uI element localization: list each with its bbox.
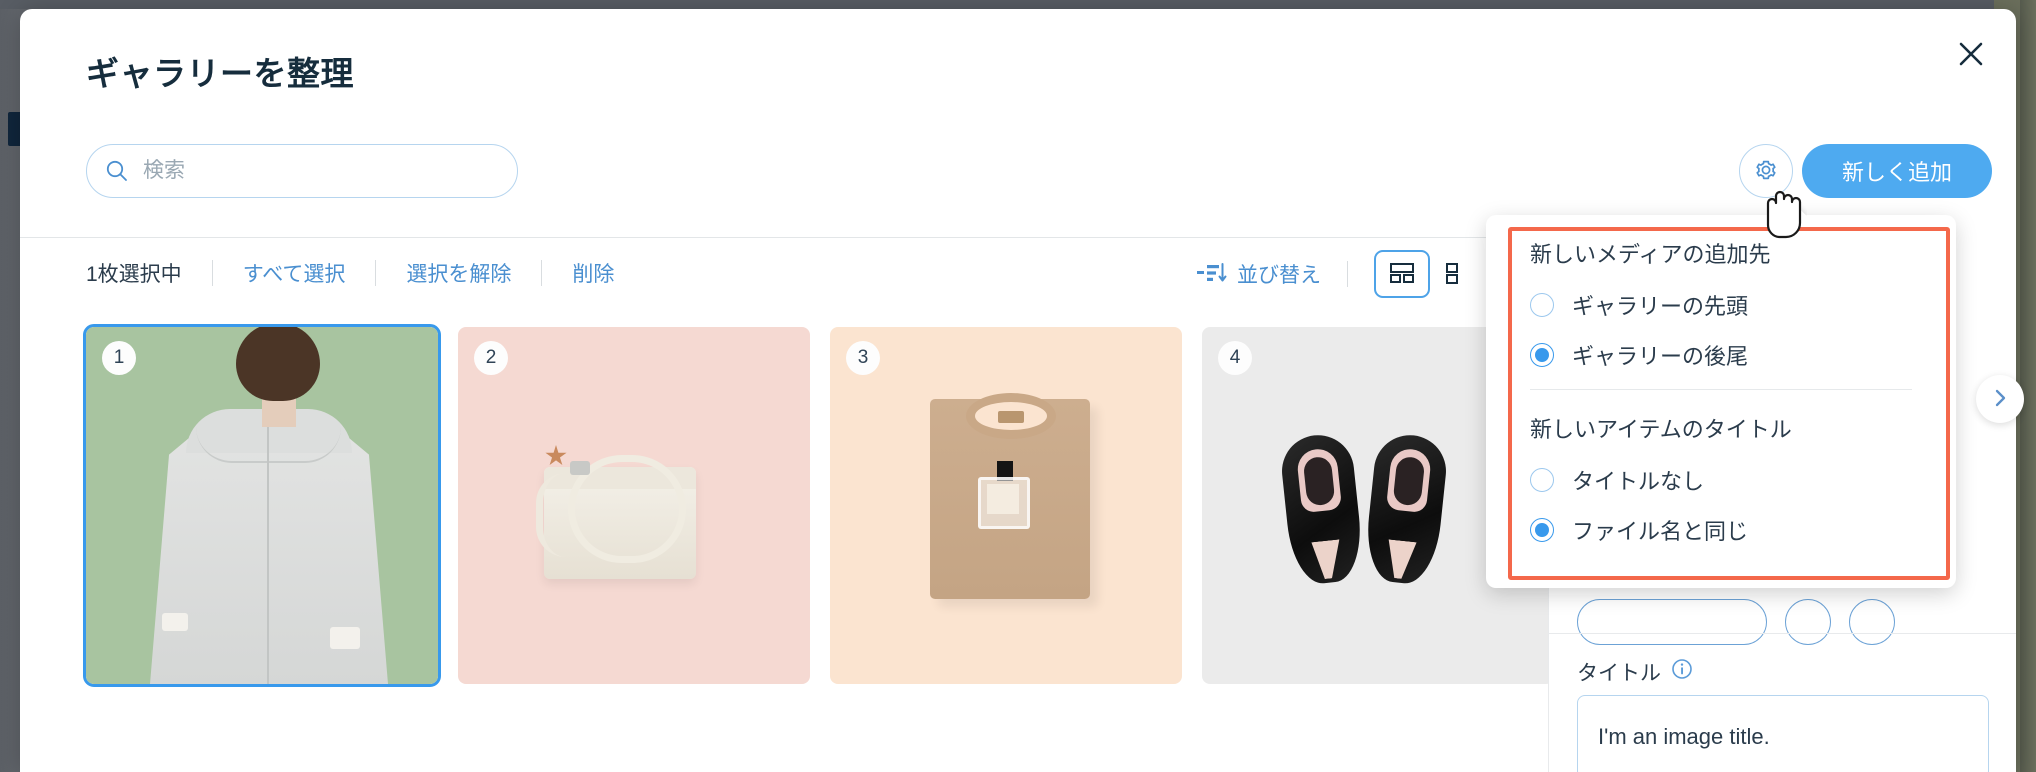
- radio-label: ファイル名と同じ: [1572, 519, 1749, 544]
- organize-gallery-modal: ギャラリーを整理 新しく追加 1枚選択中 すべて: [20, 9, 2024, 772]
- chevron-right-icon: [1991, 389, 2009, 410]
- view-toolbar: 並び替え: [1197, 250, 1486, 298]
- sort-button[interactable]: 並び替え: [1197, 259, 1321, 289]
- list-view-icon: [1445, 261, 1471, 288]
- sort-label: 並び替え: [1237, 264, 1321, 287]
- popover-divider: [1530, 389, 1912, 390]
- radio-option-gallery-end[interactable]: ギャラリーの後尾: [1530, 339, 1912, 371]
- selection-count-label: 1枚選択中: [86, 263, 182, 286]
- item-number-badge: 2: [474, 341, 508, 375]
- radio-icon-selected: [1530, 343, 1554, 367]
- gallery-next-button[interactable]: [1976, 375, 2024, 423]
- section-heading: 新しいアイテムのタイトル: [1530, 417, 1792, 442]
- title-field-label: タイトル: [1577, 662, 1661, 685]
- search-input[interactable]: [143, 159, 499, 183]
- add-new-button[interactable]: 新しく追加: [1802, 144, 1992, 198]
- page-title: ギャラリーを整理: [86, 55, 354, 92]
- search-icon: [105, 159, 129, 183]
- view-toggle-group: [1374, 250, 1486, 298]
- thumbnail-image-1: [86, 327, 438, 684]
- radio-icon: [1530, 293, 1554, 317]
- radio-label: ギャラリーの先頭: [1572, 294, 1749, 319]
- panel-icon-button[interactable]: [1785, 599, 1831, 645]
- item-number-badge: 1: [102, 341, 136, 375]
- panel-action-row: [1577, 599, 1895, 645]
- close-icon: [1958, 41, 1984, 67]
- grid-view-button[interactable]: [1374, 250, 1430, 298]
- deselect-button[interactable]: 選択を解除: [406, 258, 511, 288]
- radio-option-no-title[interactable]: タイトルなし: [1530, 464, 1912, 496]
- title-field-label-row: タイトル: [1577, 657, 1693, 687]
- popover-section-media-position: 新しいメディアの追加先 ギャラリーの先頭 ギャラリーの後尾: [1486, 237, 1956, 371]
- radio-option-gallery-start[interactable]: ギャラリーの先頭: [1530, 289, 1912, 321]
- selection-toolbar: 1枚選択中 すべて選択 選択を解除 削除: [86, 257, 614, 289]
- gallery-item[interactable]: 3: [830, 327, 1182, 684]
- thumbnail-image-3: [830, 327, 1182, 684]
- gallery-grid: 1 2 3 4: [83, 324, 1554, 687]
- delete-button[interactable]: 削除: [572, 258, 614, 288]
- grid-view-icon: [1389, 261, 1415, 288]
- radio-label: タイトルなし: [1572, 469, 1705, 494]
- panel-pill-button[interactable]: [1577, 599, 1767, 645]
- list-view-button[interactable]: [1430, 250, 1486, 298]
- search-field-wrapper[interactable]: [86, 144, 518, 198]
- gallery-settings-popover: 新しいメディアの追加先 ギャラリーの先頭 ギャラリーの後尾 新しいアイテムのタイ…: [1486, 215, 1956, 588]
- panel-icon-button[interactable]: [1849, 599, 1895, 645]
- toolbar-separator: [1347, 261, 1348, 287]
- popover-arrow: [1785, 204, 1807, 216]
- section-heading: 新しいメディアの追加先: [1530, 242, 1771, 267]
- gallery-settings-button[interactable]: [1739, 144, 1793, 198]
- close-button[interactable]: [1948, 31, 1994, 77]
- thumbnail-image-2: [458, 327, 810, 684]
- title-input[interactable]: [1577, 695, 1989, 772]
- info-icon[interactable]: [1671, 658, 1693, 686]
- gallery-item[interactable]: 2: [458, 327, 810, 684]
- gear-icon: [1754, 158, 1778, 185]
- toolbar-separator: [375, 260, 377, 286]
- backdrop-topbar: [0, 0, 2036, 9]
- toolbar-separator: [541, 260, 543, 286]
- radio-icon: [1530, 468, 1554, 492]
- radio-icon-selected: [1530, 518, 1554, 542]
- panel-divider: [1549, 633, 2016, 634]
- toolbar-separator: [211, 260, 213, 286]
- item-number-badge: 3: [846, 341, 880, 375]
- popover-section-item-title: 新しいアイテムのタイトル タイトルなし ファイル名と同じ: [1486, 412, 1956, 546]
- sort-descending-icon: [1197, 261, 1227, 288]
- radio-option-filename[interactable]: ファイル名と同じ: [1530, 514, 1912, 546]
- select-all-button[interactable]: すべて選択: [243, 258, 346, 288]
- item-number-badge: 4: [1218, 341, 1252, 375]
- radio-label: ギャラリーの後尾: [1572, 344, 1749, 369]
- gallery-item[interactable]: 1: [83, 324, 441, 687]
